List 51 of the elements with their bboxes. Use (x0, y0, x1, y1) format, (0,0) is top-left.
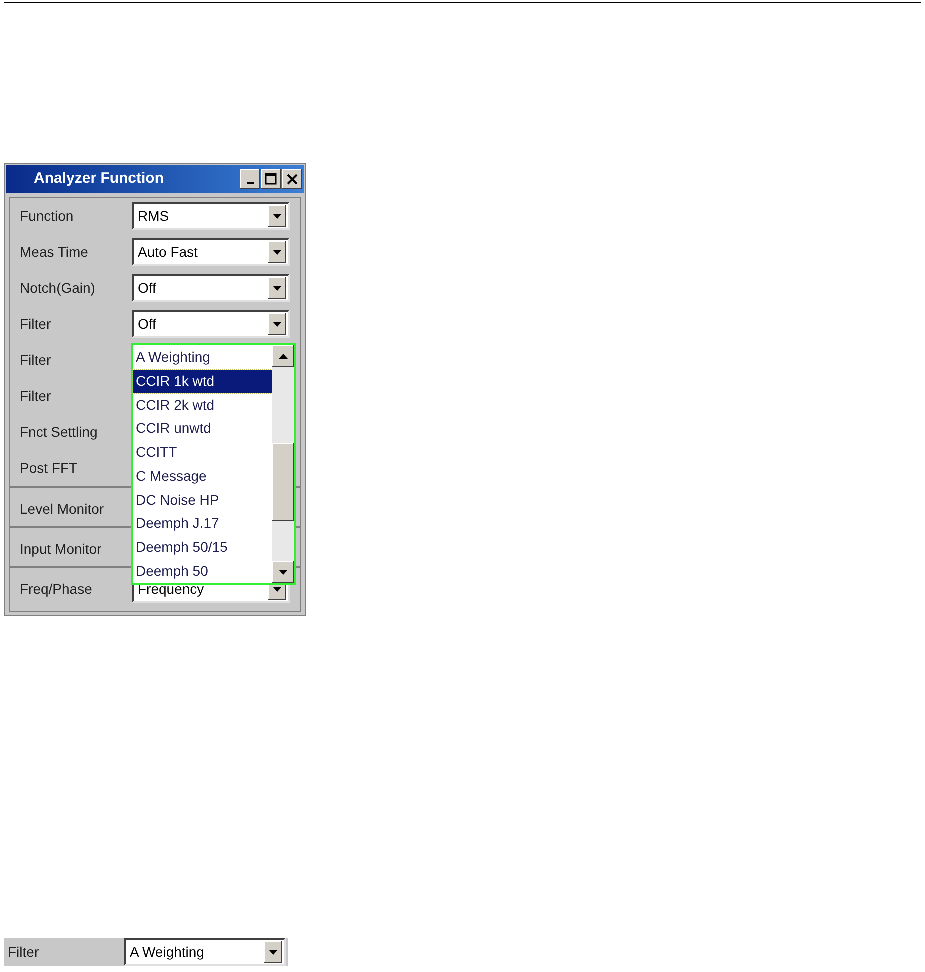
down-arrow-icon (268, 950, 278, 954)
list-item[interactable]: CCIR 1k wtd (133, 370, 272, 394)
down-arrow-icon (272, 214, 282, 218)
field-label: Filter (7, 942, 40, 962)
down-arrow-icon (278, 570, 288, 574)
list-item[interactable]: Deemph J.17 (133, 512, 272, 536)
dropdown-button[interactable] (268, 241, 286, 263)
field-label: Meas Time (19, 242, 90, 262)
dropdown-button[interactable] (268, 277, 286, 299)
dropdown-list[interactable]: A Weighting CCIR 1k wtd CCIR 2k wtd CCIR unwtd CCITT C Message DC Noise HP Deemph J.17 Deemph 50/15 Deemph 50 (131, 343, 296, 585)
scroll-up-button[interactable] (272, 345, 294, 367)
dropdown-field[interactable]: A Weighting (124, 938, 286, 966)
list-item[interactable]: A Weighting (133, 346, 272, 370)
dropdown-button[interactable] (268, 205, 286, 227)
maximize-button[interactable] (261, 169, 281, 189)
scrollbar[interactable] (272, 345, 294, 583)
close-button[interactable] (282, 169, 302, 189)
minimize-button[interactable] (240, 169, 260, 189)
field-label: Input Monitor (19, 540, 103, 559)
field-label: Function (19, 206, 75, 226)
down-arrow-icon (272, 586, 282, 592)
dropdown-field[interactable]: Off (132, 274, 290, 302)
field-label: Filter (19, 350, 52, 370)
dropdown-field[interactable]: Off (132, 310, 290, 338)
scroll-thumb[interactable] (272, 443, 294, 521)
list-item[interactable]: CCIR unwtd (133, 417, 272, 441)
list-item[interactable]: C Message (133, 464, 272, 488)
close-icon (286, 174, 298, 184)
list-item[interactable]: Deemph 50/15 (133, 536, 272, 560)
field-label: Level Monitor (19, 500, 106, 518)
minimize-icon (246, 182, 254, 184)
list-item[interactable]: CCIR 2k wtd (133, 393, 272, 418)
list-item[interactable]: DC Noise HP (133, 488, 272, 512)
field-label: Filter (19, 386, 52, 406)
field-label: Filter (19, 314, 52, 334)
maximize-icon (265, 173, 277, 185)
down-arrow-icon (272, 250, 282, 254)
down-arrow-icon (272, 322, 282, 326)
field-label: Post FFT (19, 458, 79, 478)
field-label: Fnct Settling (19, 422, 99, 442)
field-label: Freq/Phase (19, 580, 94, 599)
down-arrow-icon (272, 286, 282, 290)
dropdown-field[interactable]: Auto Fast (132, 238, 290, 266)
field-label: Notch(Gain) (19, 278, 96, 298)
window-title: Analyzer Function (34, 168, 164, 189)
dropdown-button[interactable] (268, 313, 286, 335)
up-arrow-icon (278, 354, 288, 358)
dropdown-field[interactable]: RMS (132, 202, 290, 230)
scroll-down-button[interactable] (272, 561, 294, 583)
list-item[interactable]: CCITT (133, 440, 272, 465)
dropdown-button[interactable] (264, 941, 282, 963)
